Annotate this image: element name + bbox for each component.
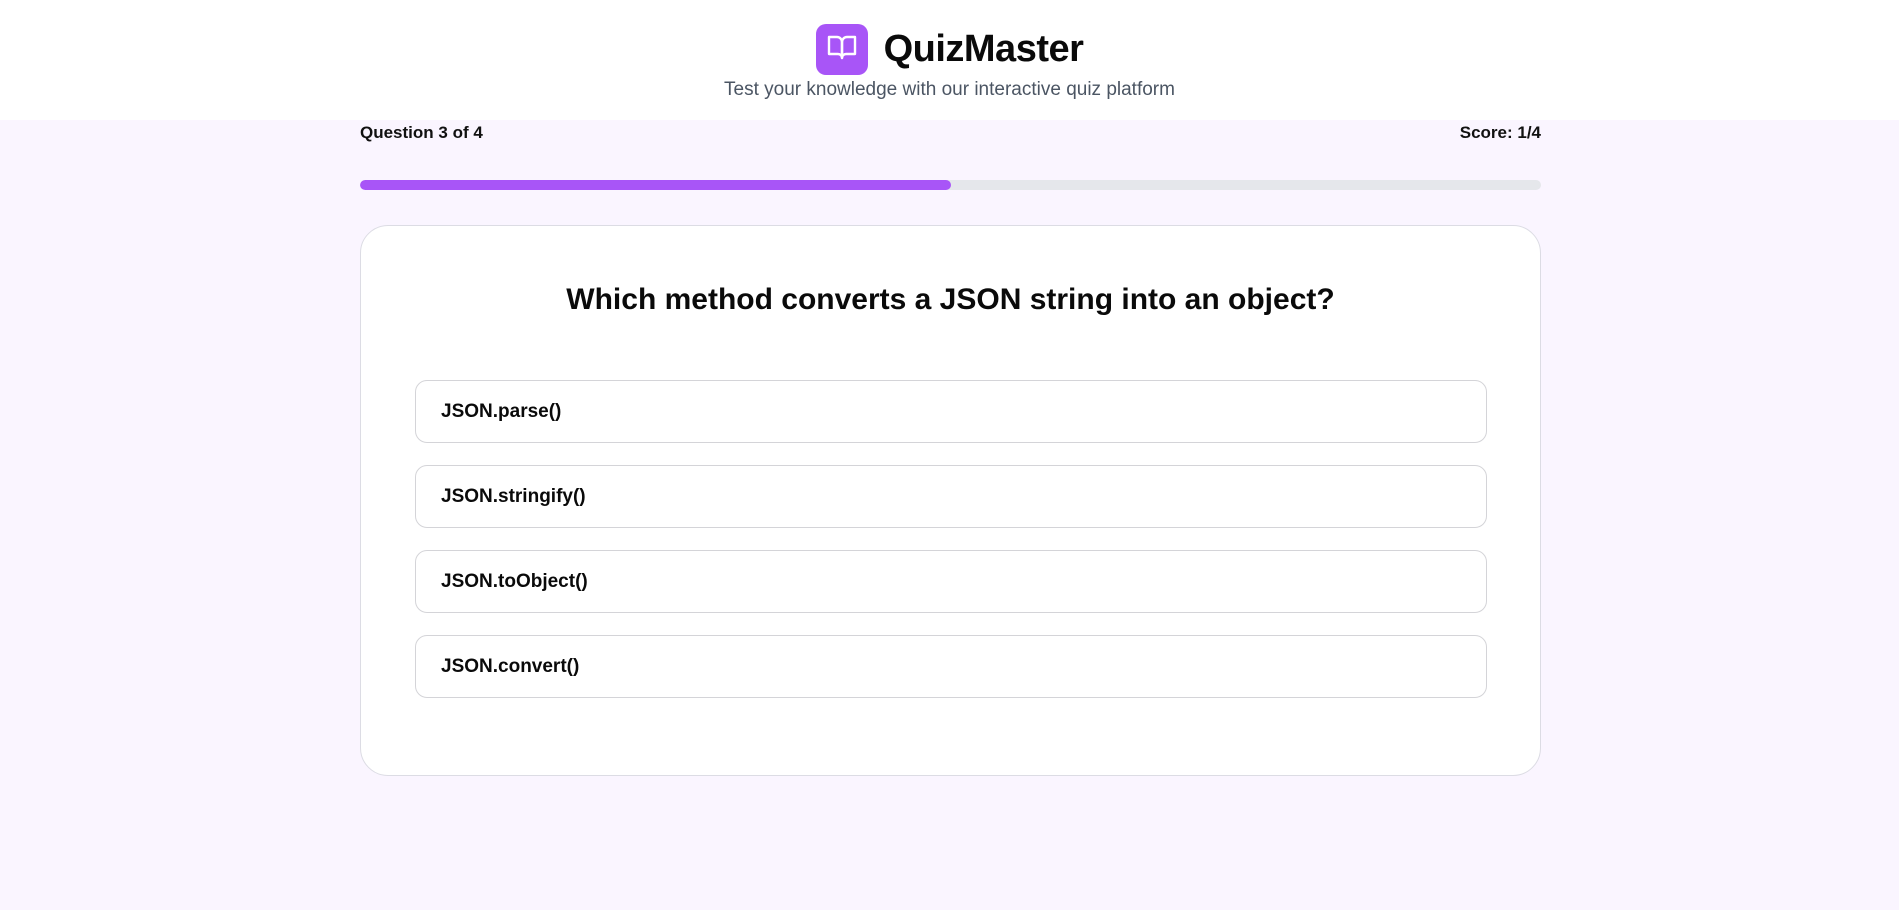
answer-option-label: JSON.stringify()	[441, 485, 586, 507]
open-book-icon	[827, 34, 857, 65]
progress-info: Question 3 of 4 Score: 1/4	[360, 123, 1541, 143]
question-card: Which method converts a JSON string into…	[360, 225, 1541, 776]
answer-option-label: JSON.parse()	[441, 400, 562, 422]
answer-option[interactable]: JSON.convert()	[415, 635, 1487, 698]
logo	[815, 24, 868, 75]
question-text: Which method converts a JSON string into…	[566, 283, 1335, 316]
progress-bar-fill	[360, 180, 951, 190]
question-counter: Question 3 of 4	[360, 123, 483, 142]
answer-option[interactable]: JSON.toObject()	[415, 550, 1487, 613]
answer-option[interactable]: JSON.parse()	[415, 380, 1487, 443]
app-header: QuizMaster Test your knowledge with our …	[0, 0, 1899, 120]
brand: QuizMaster	[0, 24, 1899, 75]
answer-option[interactable]: JSON.stringify()	[415, 465, 1487, 528]
app-title: QuizMaster	[883, 28, 1084, 70]
answer-options: JSON.parse() JSON.stringify() JSON.toObj…	[415, 380, 1487, 720]
progress-bar	[360, 180, 1541, 190]
answer-option-label: JSON.toObject()	[441, 570, 588, 592]
score-display: Score: 1/4	[1459, 123, 1541, 142]
answer-option-label: JSON.convert()	[441, 655, 580, 677]
app-tagline: Test your knowledge with our interactive…	[724, 79, 1175, 100]
